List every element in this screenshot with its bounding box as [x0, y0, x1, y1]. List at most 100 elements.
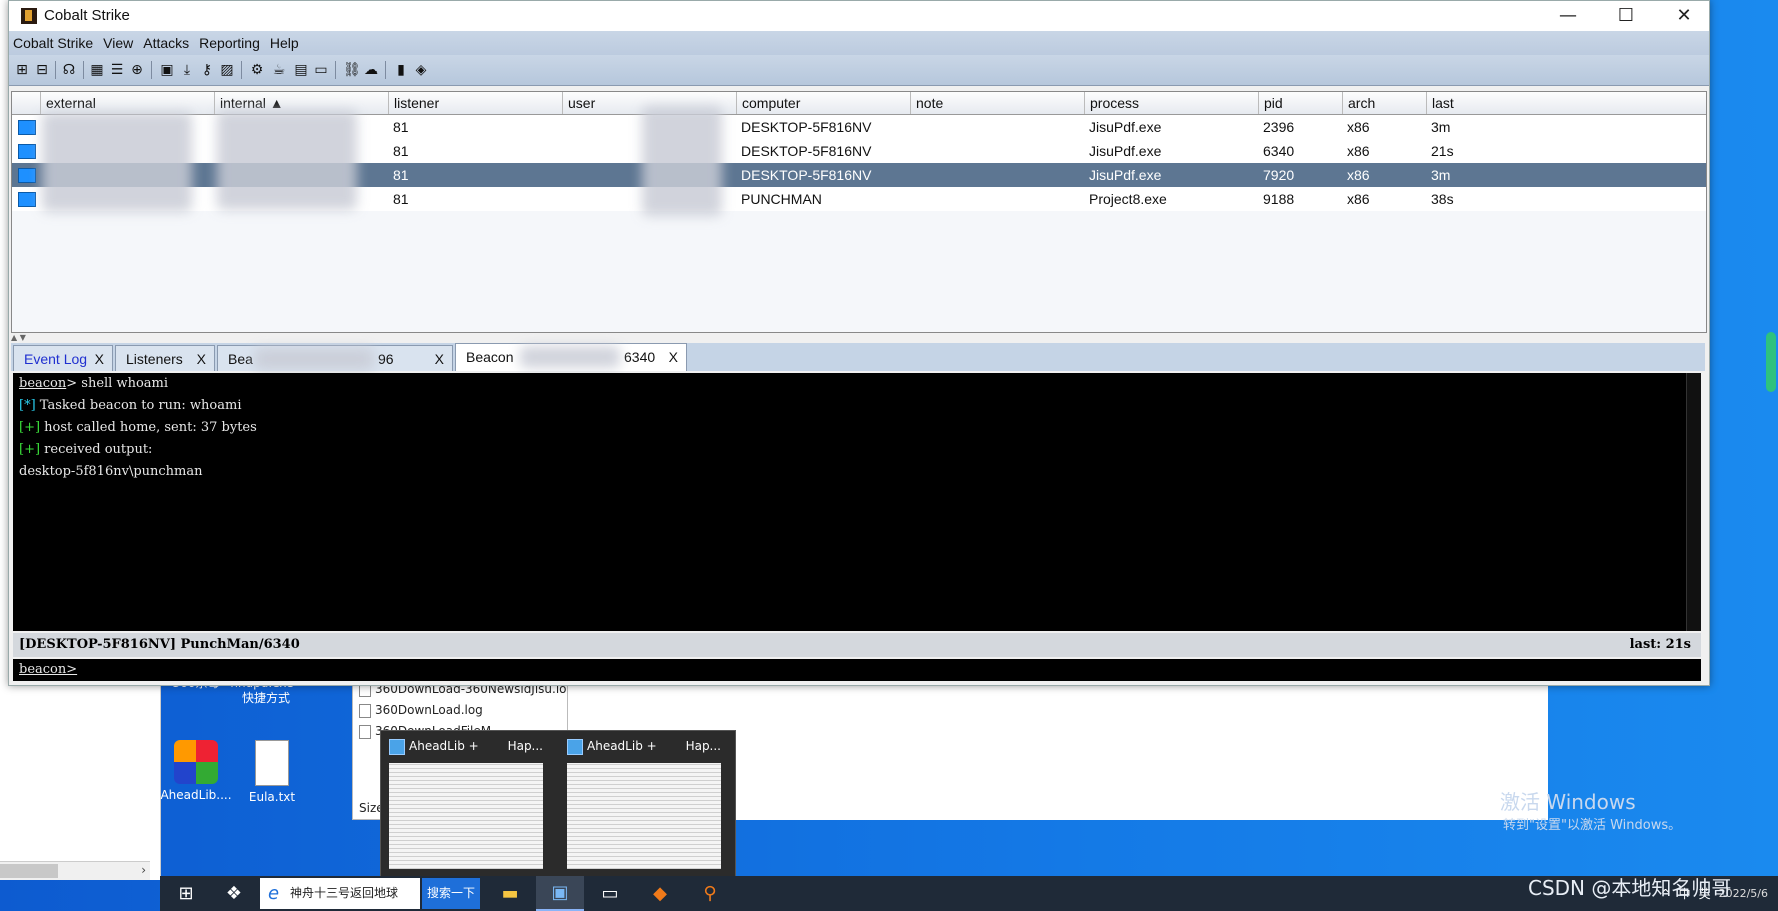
gear-icon[interactable]: ⚙ — [249, 62, 265, 78]
crosshair-icon[interactable]: ⊕ — [129, 62, 145, 78]
download-icon[interactable]: ⤓ — [179, 62, 195, 78]
app-icon — [389, 739, 405, 755]
menu-cobalt-strike[interactable]: Cobalt Strike — [13, 35, 93, 51]
thumbnail-card[interactable]: AheadLib + Hap... — [559, 731, 729, 877]
toolbar: ⊞ ⊟ ☊ ▦ ☰ ⊕ ▣ ⤓ ⚷ ▨ ⚙ ☕ ▤ ▭ ⛓ ☁ ▮ ◈ — [9, 55, 1709, 86]
plus-icon[interactable]: ⊞ — [14, 62, 30, 78]
close-button[interactable]: ✕ — [1655, 1, 1713, 31]
command-input-field[interactable] — [77, 661, 1582, 678]
redaction-blur — [217, 110, 357, 210]
search-icon: ⚲ — [703, 883, 717, 904]
redaction-blur — [520, 346, 620, 368]
thumbnail-image — [389, 763, 543, 869]
beacon-command-input[interactable]: beacon> — [13, 659, 1701, 681]
file-row[interactable]: 360DownLoad.log — [353, 700, 567, 721]
beacon-console-output[interactable]: beacon> shell whoami [*] Tasked beacon t… — [13, 373, 1701, 631]
maximize-button[interactable]: ☐ — [1597, 1, 1655, 31]
col-external[interactable]: external — [40, 92, 214, 114]
cloud-icon[interactable]: ☁ — [363, 62, 379, 78]
horizontal-scrollbar[interactable]: › — [0, 861, 150, 880]
tab-beacon-2396[interactable]: Bea 96 X — [217, 345, 453, 371]
document-icon[interactable]: ▤ — [293, 62, 309, 78]
menu-bar: Cobalt Strike View Attacks Reporting Hel… — [9, 31, 1709, 55]
key-icon[interactable]: ⚷ — [199, 62, 215, 78]
aheadlib-taskbar-button[interactable]: ▣ — [536, 876, 584, 911]
tab-event-log[interactable]: Event Log X — [13, 345, 113, 371]
list-icon[interactable]: ☰ — [109, 62, 125, 78]
tab-listeners[interactable]: Listeners X — [115, 345, 215, 371]
desktop-icon-eula[interactable]: Eula.txt — [232, 740, 312, 805]
cobalt-strike-window: Cobalt Strike — ☐ ✕ Cobalt Strike View A… — [8, 0, 1710, 686]
close-tab-icon[interactable]: X — [669, 344, 678, 370]
col-pid[interactable]: pid — [1258, 92, 1342, 114]
cube-icon[interactable]: ◈ — [413, 62, 429, 78]
terminal-icon: ▭ — [601, 883, 619, 904]
pane-splitter[interactable]: ▲ ▼ — [11, 333, 1705, 342]
taskbar-thumbnail-preview: AheadLib + Hap... AheadLib + Hap... — [380, 730, 736, 878]
menu-view[interactable]: View — [103, 35, 133, 51]
menu-reporting[interactable]: Reporting — [199, 35, 260, 51]
coffee-icon[interactable]: ☕ — [271, 62, 287, 78]
activation-watermark-subtitle: 转到"设置"以激活 Windows。 — [1503, 818, 1682, 833]
beacon-table: external internal ▲ listener user comput… — [11, 91, 1707, 333]
menu-help[interactable]: Help — [270, 35, 299, 51]
targets-icon[interactable]: ▦ — [89, 62, 105, 78]
redaction-blur — [254, 348, 374, 370]
app-taskbar-button[interactable]: ◆ — [636, 876, 684, 911]
close-tab-icon[interactable]: X — [95, 346, 104, 372]
folder-icon: ▬ — [501, 883, 519, 904]
file-icon — [359, 704, 371, 718]
search-app-button[interactable]: ⚲ — [686, 876, 734, 911]
file-explorer-button[interactable]: ▬ — [486, 876, 534, 911]
col-arch[interactable]: arch — [1342, 92, 1426, 114]
beacon-icon — [18, 168, 36, 183]
file-icon — [359, 725, 371, 739]
link-icon[interactable]: ⛓ — [343, 62, 361, 78]
screenshot-icon[interactable]: ▣ — [159, 62, 175, 78]
beacon-statusbar: [DESKTOP-5F816NV] PunchMan/6340 last: 21… — [13, 633, 1701, 657]
aheadlib-icon — [174, 740, 218, 784]
beacon-icon — [18, 192, 36, 207]
status-host: [DESKTOP-5F816NV] PunchMan/6340 — [19, 637, 300, 652]
start-button[interactable]: ⊞ — [162, 876, 210, 911]
book-icon[interactable]: ▮ — [393, 62, 409, 78]
terminal-taskbar-button[interactable]: ▭ — [586, 876, 634, 911]
status-last: last: 21s — [1629, 637, 1691, 652]
cobalt-strike-icon — [21, 8, 37, 24]
col-note[interactable]: note — [910, 92, 1084, 114]
col-last[interactable]: last — [1426, 92, 1512, 114]
minus-icon[interactable]: ⊟ — [34, 62, 50, 78]
task-view-button[interactable]: ❖ — [210, 876, 258, 911]
beacon-icon — [18, 120, 36, 135]
menu-attacks[interactable]: Attacks — [143, 35, 189, 51]
image-icon[interactable]: ▨ — [219, 62, 235, 78]
windows-icon: ⊞ — [178, 883, 194, 904]
ie-icon: e — [268, 883, 280, 904]
col-listener[interactable]: listener — [388, 92, 562, 114]
aheadlib-icon: ▣ — [551, 882, 569, 903]
task-view-icon: ❖ — [225, 883, 243, 904]
headphones-icon[interactable]: ☊ — [61, 62, 77, 78]
col-computer[interactable]: computer — [736, 92, 910, 114]
thumbnail-card[interactable]: AheadLib + Hap... — [381, 731, 551, 877]
app-icon: ◆ — [653, 883, 667, 904]
close-tab-icon[interactable]: X — [197, 346, 206, 372]
tab-beacon-6340[interactable]: Beacon 6340 X — [455, 343, 687, 371]
search-box[interactable]: e 神舟十三号返回地球 — [260, 878, 420, 909]
input-prompt: beacon> — [19, 662, 78, 677]
title-bar: Cobalt Strike — ☐ ✕ — [9, 1, 1709, 31]
csdn-watermark: CSDN @本地知名帅哥 — [1528, 876, 1732, 900]
side-scroll-indicator — [1766, 332, 1776, 392]
col-process[interactable]: process — [1084, 92, 1258, 114]
redaction-blur — [642, 106, 722, 216]
minimize-button[interactable]: — — [1539, 1, 1597, 31]
desktop-icon-aheadlib[interactable]: AheadLib.... — [156, 740, 236, 803]
redaction-blur — [42, 112, 192, 212]
console-icon[interactable]: ▭ — [313, 62, 329, 78]
console-scrollbar[interactable] — [1686, 373, 1701, 631]
command-output: desktop-5f816nv\punchman — [19, 464, 203, 479]
close-tab-icon[interactable]: X — [435, 346, 444, 372]
window-title: Cobalt Strike — [44, 7, 130, 24]
beacon-icon — [18, 144, 36, 159]
search-button[interactable]: 搜索一下 — [422, 878, 480, 909]
